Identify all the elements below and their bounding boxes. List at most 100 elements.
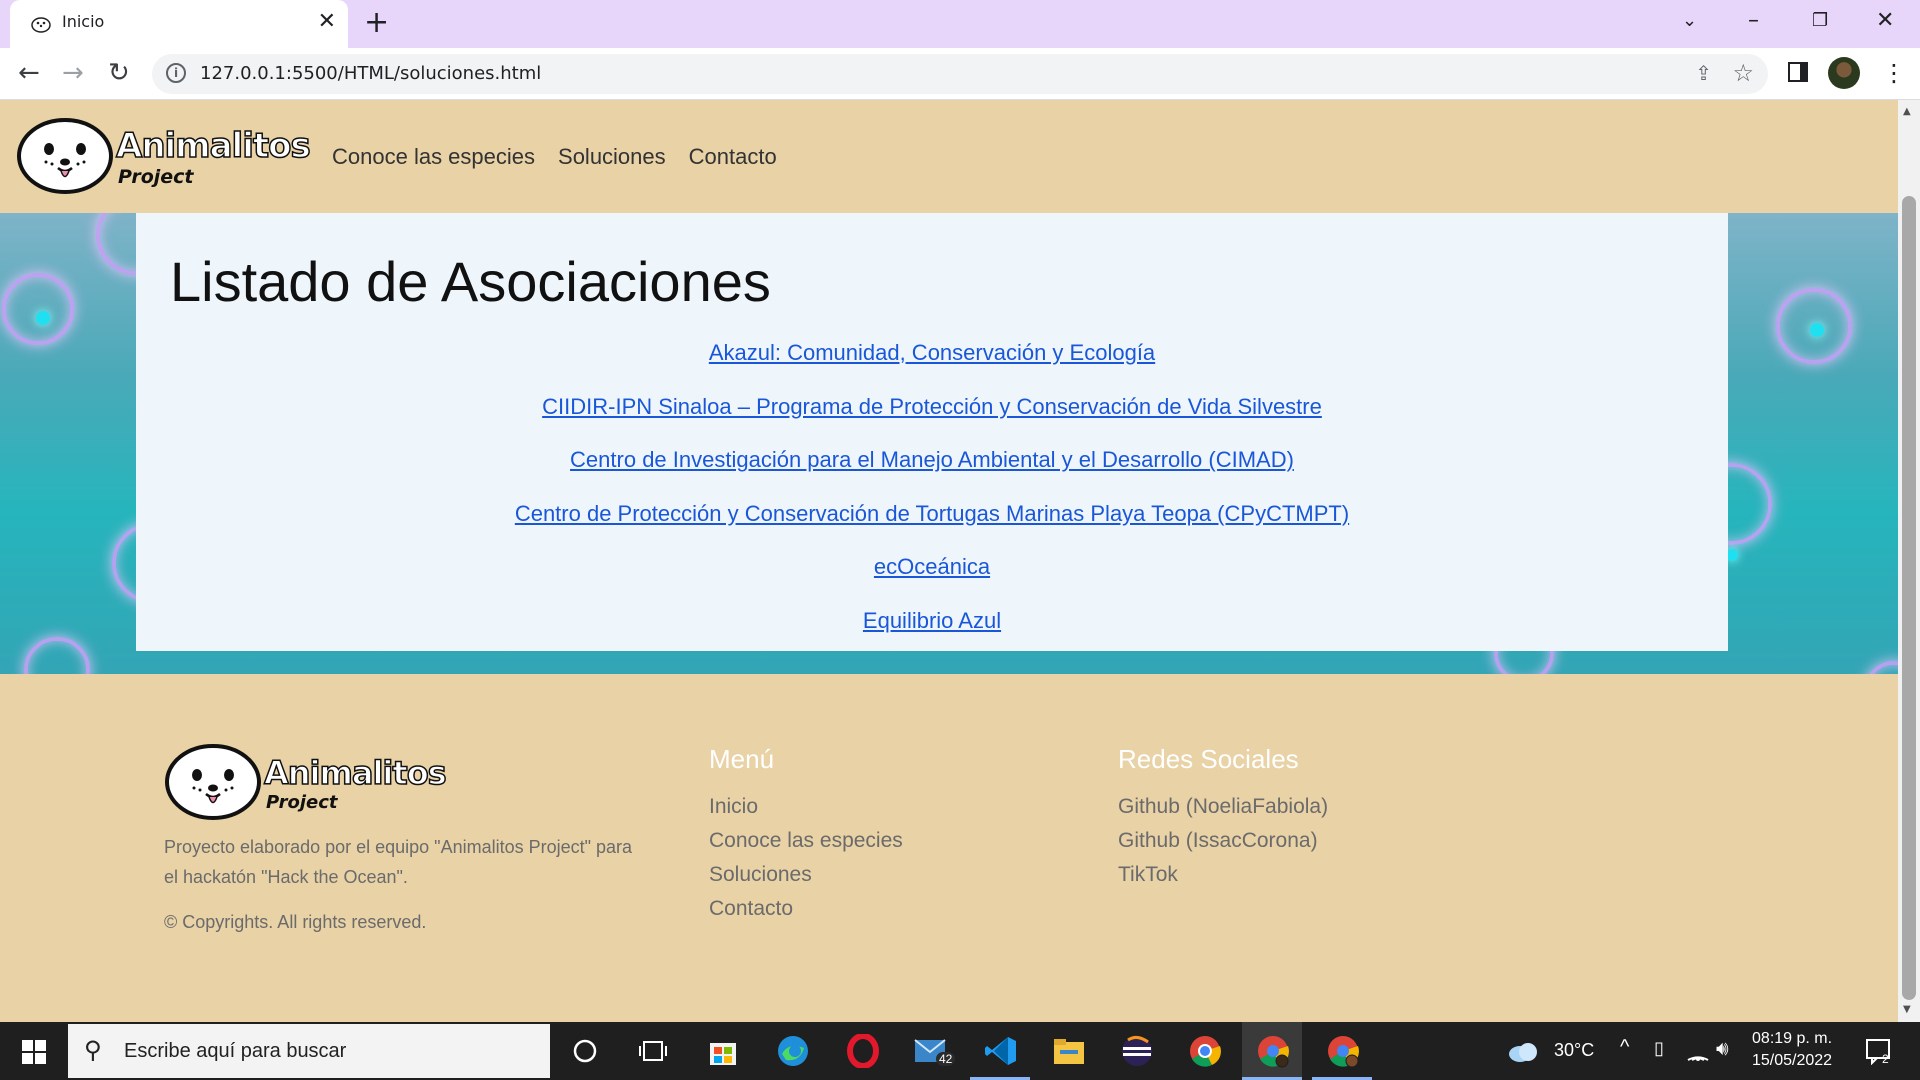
seal-logo-icon — [17, 118, 113, 194]
footer-menu-title: Menú — [709, 744, 775, 774]
seal-logo-icon — [165, 744, 261, 820]
site-logo[interactable]: Animalitos Project — [16, 116, 311, 196]
windows-taskbar: ⚲ Escribe aquí para buscar 42 30°C ^ ▯ 🔊… — [0, 1022, 1920, 1080]
footer-link-github-noelia[interactable]: Github (NoeliaFabiola) — [1118, 795, 1328, 829]
associations-list: Akazul: Comunidad, Conservación y Ecolog… — [136, 340, 1728, 661]
association-link[interactable]: CIIDIR-IPN Sinaloa – Programa de Protecc… — [542, 394, 1322, 419]
window-close-icon[interactable]: ✕ — [1876, 6, 1894, 36]
search-placeholder: Escribe aquí para buscar — [124, 1040, 347, 1062]
opera-icon[interactable] — [842, 1030, 884, 1072]
site-info-icon[interactable]: i — [166, 63, 186, 83]
volume-icon[interactable]: 🔊︎ — [1716, 1038, 1729, 1061]
cortana-icon[interactable] — [564, 1030, 606, 1072]
task-view-icon[interactable] — [632, 1030, 674, 1072]
bubble-decoration — [24, 637, 90, 674]
eclipse-icon[interactable] — [1116, 1030, 1158, 1072]
footer-brand-name: Animalitos — [263, 753, 447, 793]
nav-conoce-las-especies[interactable]: Conoce las especies — [332, 144, 535, 170]
microsoft-store-icon[interactable] — [702, 1030, 744, 1072]
list-item: Akazul: Comunidad, Conservación y Ecolog… — [136, 340, 1728, 394]
minimize-icon[interactable]: – — [1748, 6, 1759, 36]
new-tab-icon[interactable]: + — [364, 6, 389, 40]
browser-tab-bar: Inicio ✕ + ⌄ – ❐ ✕ — [0, 0, 1920, 48]
scrollbar-thumb[interactable] — [1902, 196, 1916, 1000]
scroll-up-icon[interactable]: ▲ — [1903, 106, 1911, 117]
list-item: Centro de Investigación para el Manejo A… — [136, 447, 1728, 501]
footer-link-github-issac[interactable]: Github (IssacCorona) — [1118, 829, 1328, 863]
chrome-profile-icon[interactable] — [1252, 1030, 1294, 1072]
chrome-icon[interactable] — [1184, 1030, 1226, 1072]
page-title: Listado de Asociaciones — [170, 250, 771, 313]
notifications-icon[interactable]: 2 — [1858, 1030, 1900, 1072]
main-nav: Conoce las especies Soluciones Contacto — [332, 144, 777, 170]
footer-link-contacto[interactable]: Contacto — [709, 897, 903, 931]
side-panel-icon[interactable] — [1788, 62, 1808, 82]
wifi-icon[interactable] — [1686, 1042, 1710, 1062]
list-item: Centro de Protección y Conservación de T… — [136, 501, 1728, 555]
copyright: © Copyrights. All rights reserved. — [164, 912, 427, 932]
taskbar-search-box[interactable]: ⚲ Escribe aquí para buscar — [68, 1024, 550, 1078]
brand-name: Animalitos — [115, 125, 311, 167]
browser-tab[interactable]: Inicio ✕ — [10, 0, 348, 48]
url-text[interactable]: 127.0.0.1:5500/HTML/soluciones.html — [200, 63, 541, 84]
footer-link-soluciones[interactable]: Soluciones — [709, 863, 903, 897]
address-bar[interactable]: i 127.0.0.1:5500/HTML/soluciones.html ⇪ … — [152, 54, 1768, 94]
footer-link-conoce-las-especies[interactable]: Conoce las especies — [709, 829, 903, 863]
bubble-decoration — [2, 273, 74, 345]
nav-soluciones[interactable]: Soluciones — [558, 144, 666, 170]
system-clock[interactable]: 08:19 p. m. 15/05/2022 — [1752, 1028, 1832, 1072]
edge-icon[interactable] — [772, 1030, 814, 1072]
scroll-down-icon[interactable]: ▼ — [1903, 1004, 1911, 1015]
weather-temp[interactable]: 30°C — [1554, 1040, 1594, 1061]
tray-chevron-icon[interactable]: ^ — [1620, 1036, 1629, 1059]
footer-social-title: Redes Sociales — [1118, 744, 1299, 774]
page-scrollbar[interactable]: ▲ ▼ — [1898, 100, 1920, 1022]
nav-contacto[interactable]: Contacto — [689, 144, 777, 170]
footer-menu: Menú Inicio Conoce las especies Solucion… — [709, 744, 903, 931]
bubble-dot — [1810, 323, 1824, 337]
profile-avatar[interactable] — [1828, 57, 1860, 89]
battery-icon[interactable]: ▯ — [1654, 1038, 1664, 1059]
bubble-decoration — [1864, 661, 1898, 674]
clock-date: 15/05/2022 — [1752, 1052, 1833, 1069]
footer-link-inicio[interactable]: Inicio — [709, 795, 903, 829]
tab-search-chevron-icon[interactable]: ⌄ — [1682, 6, 1697, 36]
site-footer: Animalitos Project Proyecto elaborado po… — [0, 674, 1898, 1022]
share-icon[interactable]: ⇪ — [1695, 61, 1712, 85]
footer-social: Redes Sociales Github (NoeliaFabiola) Gi… — [1118, 744, 1328, 897]
list-item: ecOceánica — [136, 554, 1728, 608]
browser-menu-icon[interactable]: ⋮ — [1882, 58, 1906, 88]
windows-start-icon[interactable] — [22, 1040, 46, 1064]
brand-sub: Project — [118, 166, 194, 188]
browser-toolbar: ← → ↻ i 127.0.0.1:5500/HTML/soluciones.h… — [0, 48, 1920, 100]
associations-card: Listado de Asociaciones Akazul: Comunida… — [136, 213, 1728, 651]
association-link[interactable]: Equilibrio Azul — [863, 608, 1001, 633]
tab-close-icon[interactable]: ✕ — [318, 10, 336, 34]
mail-icon[interactable]: 42 — [912, 1030, 956, 1072]
back-icon[interactable]: ← — [18, 58, 40, 88]
clock-time: 08:19 p. m. — [1752, 1030, 1833, 1047]
ocean-background: Listado de Asociaciones Akazul: Comunida… — [0, 213, 1898, 674]
tab-title: Inicio — [62, 12, 105, 31]
forward-icon[interactable]: → — [62, 58, 84, 88]
search-icon: ⚲ — [84, 1036, 102, 1064]
page-viewport: Animalitos Project Conoce las especies S… — [0, 100, 1898, 1022]
association-link[interactable]: ecOceánica — [874, 554, 990, 579]
association-link[interactable]: Akazul: Comunidad, Conservación y Ecolog… — [709, 340, 1155, 365]
reload-icon[interactable]: ↻ — [108, 58, 130, 88]
notifications-count: 2 — [1882, 1052, 1889, 1066]
bubble-dot — [36, 311, 50, 325]
list-item: Equilibrio Azul — [136, 608, 1728, 662]
vscode-icon[interactable] — [980, 1030, 1022, 1072]
seal-favicon-icon — [31, 17, 51, 33]
association-link[interactable]: Centro de Protección y Conservación de T… — [515, 501, 1349, 526]
weather-cloud-icon[interactable] — [1502, 1030, 1544, 1072]
footer-logo: Animalitos Project — [164, 742, 447, 822]
restore-icon[interactable]: ❐ — [1812, 6, 1828, 36]
chrome-profile-icon[interactable] — [1322, 1030, 1364, 1072]
file-explorer-icon[interactable] — [1048, 1030, 1090, 1072]
footer-link-tiktok[interactable]: TikTok — [1118, 863, 1328, 897]
association-link[interactable]: Centro de Investigación para el Manejo A… — [570, 447, 1294, 472]
list-item: CIIDIR-IPN Sinaloa – Programa de Protecc… — [136, 394, 1728, 448]
bookmark-star-icon[interactable]: ☆ — [1732, 59, 1754, 87]
